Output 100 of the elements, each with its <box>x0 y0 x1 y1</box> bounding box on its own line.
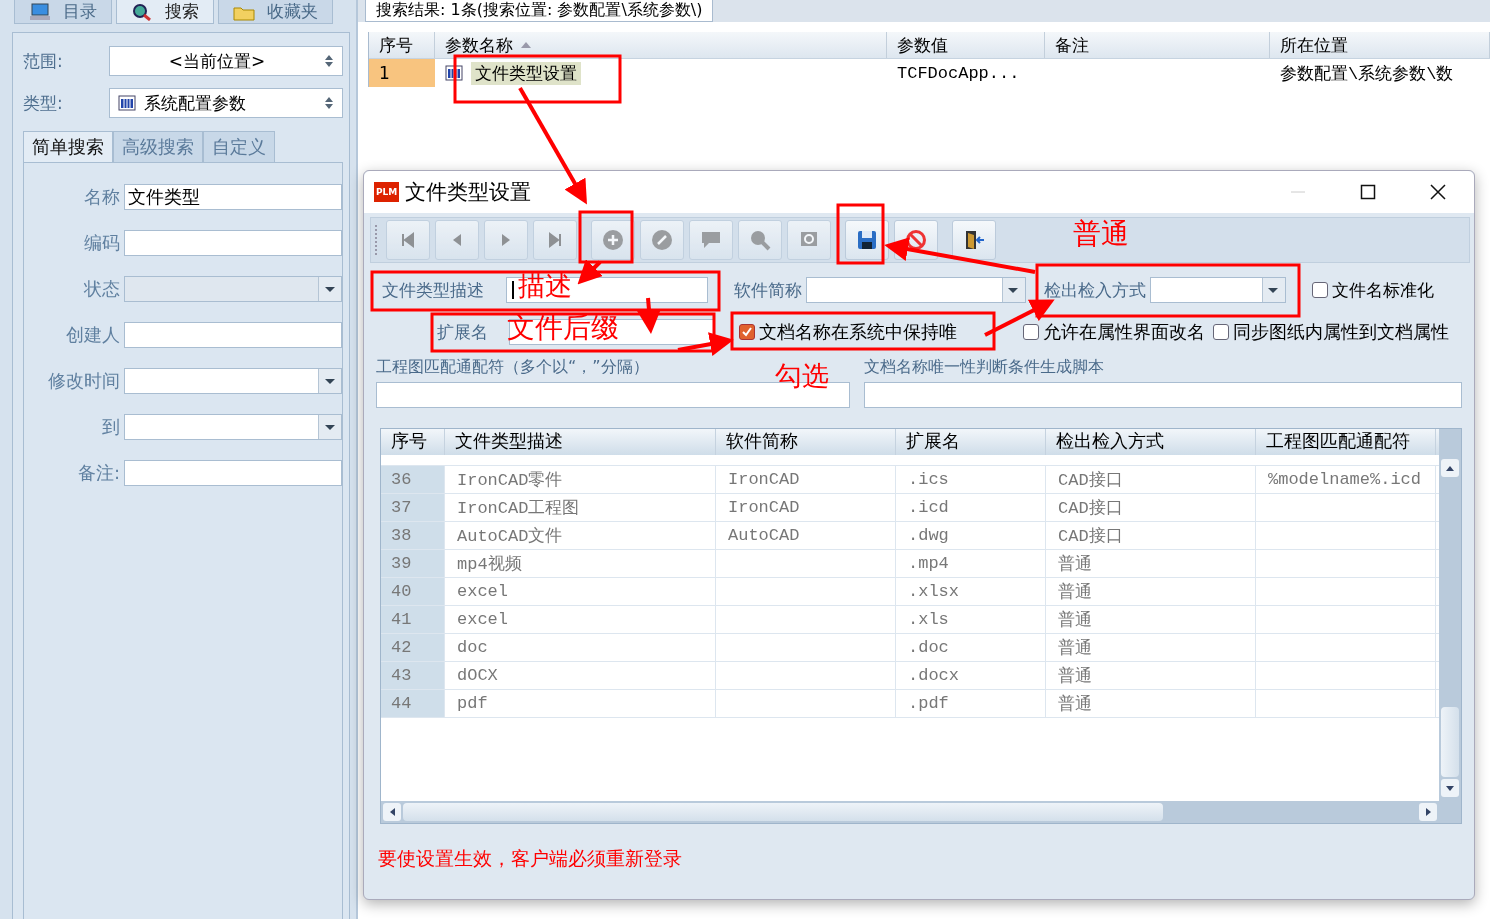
table-cell-text: CAD接口 <box>1058 470 1123 491</box>
table-cell: 44 <box>391 694 412 713</box>
column-header[interactable]: 所在位置 <box>1270 32 1490 58</box>
scroll-up-icon[interactable] <box>1446 465 1454 471</box>
table-cell: 1 <box>379 63 390 83</box>
field-label: 工程图匹配通配符（多个以“，”分隔） <box>376 357 649 378</box>
save-button[interactable] <box>845 220 889 260</box>
scroll-right-icon[interactable] <box>1425 808 1431 816</box>
search-icon <box>748 228 772 252</box>
column-header[interactable]: 扩展名 <box>896 429 1046 455</box>
vertical-scrollbar[interactable] <box>1439 429 1461 823</box>
text-field[interactable] <box>864 382 1462 408</box>
table-cell: TCFDocApp... <box>897 63 1020 83</box>
checkbox-label: 允许在属性界面改名 <box>1043 320 1205 344</box>
checkbox[interactable] <box>1023 324 1039 340</box>
table-cell-text: CAD接口 <box>1058 526 1123 547</box>
column-header[interactable]: 备注 <box>1045 32 1270 58</box>
text-field[interactable] <box>124 322 342 348</box>
table-cell: doc <box>457 638 488 657</box>
field-label: 备注: <box>76 461 121 485</box>
table-cell: 文件类型设置 <box>471 61 581 85</box>
toolbar-button[interactable] <box>952 220 996 260</box>
table-cell: dOCX <box>457 666 498 685</box>
dropdown[interactable] <box>124 368 342 394</box>
panel-tab[interactable]: 收藏夹 <box>218 0 333 24</box>
table-cell-text: 普通 <box>1058 637 1092 659</box>
scope-select[interactable]: <当前位置> <box>109 46 343 76</box>
scroll-thumb[interactable] <box>1441 707 1459 777</box>
check-icon <box>742 327 752 337</box>
column-header[interactable]: 序号 <box>381 429 445 455</box>
annotation-text: 普通 <box>1073 220 1129 248</box>
highlight-box <box>836 203 885 265</box>
field-label: 扩展名 <box>437 320 489 344</box>
table-cell: .ics <box>908 470 949 489</box>
horizontal-scrollbar[interactable] <box>381 801 1439 823</box>
dropdown-arrow-icon <box>1008 287 1018 293</box>
table-cell-text: CAD接口 <box>1058 498 1123 519</box>
field-label: 名称 <box>83 185 121 209</box>
table-cell: 43 <box>391 666 412 685</box>
column-header[interactable]: 文件类型描述 <box>445 429 716 455</box>
table-cell: .xls <box>908 610 949 629</box>
search-tab[interactable]: 简单搜索 <box>23 131 113 162</box>
annotation-arrow <box>637 297 661 334</box>
column-header[interactable]: 软件简称 <box>716 429 896 455</box>
table-cell-text: 普通 <box>1058 553 1092 575</box>
table-cell-text: mp4视频 <box>457 554 522 575</box>
panel-tab[interactable]: 目录 <box>14 0 112 24</box>
checkbox[interactable] <box>1213 324 1229 340</box>
field-label: 到 <box>101 415 121 439</box>
grid-icon <box>118 95 136 111</box>
panel-tab[interactable]: 搜索 <box>116 0 214 24</box>
table-cell: 39 <box>391 554 412 573</box>
table-cell: 40 <box>391 582 412 601</box>
results-tab[interactable]: 搜索结果: 1条(搜索位置: 参数配置\系统参数\) <box>365 0 714 22</box>
table-cell-text: 参数配置\系统参数\数 <box>1280 63 1454 85</box>
table-cell-text: 普通 <box>1058 581 1092 603</box>
annotation-text: 描述 <box>518 272 572 299</box>
warning-message: 要使设置生效，客户端必须重新登录 <box>378 846 683 871</box>
annotation-text: 文件后缀 <box>507 314 619 342</box>
table-cell: .icd <box>908 498 949 517</box>
field-label: 修改时间 <box>47 369 121 393</box>
scroll-down-icon[interactable] <box>1446 785 1454 791</box>
checkbox-label: 文档名称在系统中保持唯 <box>759 320 957 344</box>
annotation-text: 勾选 <box>775 362 829 389</box>
table-cell: excel <box>457 582 508 601</box>
table-cell-text: AutoCAD文件 <box>457 526 563 547</box>
table-cell: 36 <box>391 470 412 489</box>
table-cell: .doc <box>908 638 949 657</box>
type-select[interactable]: 系统配置参数 <box>109 88 343 118</box>
checkbox[interactable] <box>1312 282 1328 298</box>
dropdown-arrow-icon <box>1268 287 1278 293</box>
checkbox-label: 文件名标准化 <box>1332 278 1434 302</box>
dropdown[interactable] <box>806 277 1026 303</box>
table-cell: .docx <box>908 666 959 685</box>
close-icon[interactable] <box>1430 184 1446 200</box>
maximize-icon[interactable] <box>1360 184 1376 200</box>
table-cell: AutoCAD <box>728 526 800 545</box>
search-icon <box>131 2 153 21</box>
column-header[interactable]: 检出检入方式 <box>1046 429 1256 455</box>
annotation-arrow <box>677 332 734 356</box>
highlight-box <box>578 210 634 264</box>
column-header[interactable]: 序号 <box>369 32 435 58</box>
table-cell-text: 普通 <box>1058 693 1092 715</box>
checkbox[interactable] <box>739 324 755 340</box>
table-row[interactable]: 1 文件类型设置 TCFDocApp... 参数配置\系统参数\数 <box>369 59 1490 87</box>
column-header[interactable]: 参数名称 <box>435 32 887 58</box>
scroll-left-icon[interactable] <box>389 808 395 816</box>
dropdown[interactable] <box>124 414 342 440</box>
field-label: 编码 <box>83 231 121 255</box>
column-header[interactable]: 参数值 <box>887 32 1045 58</box>
field-label: 检出检入方式 <box>1044 278 1146 302</box>
text-field[interactable]: 文件类型 <box>124 184 342 210</box>
table-cell: .pdf <box>908 694 949 713</box>
text-field[interactable] <box>124 460 342 486</box>
text-field[interactable] <box>124 230 342 256</box>
column-header[interactable]: 工程图匹配通配符 <box>1256 429 1436 455</box>
cancel-icon <box>904 228 928 252</box>
dropdown[interactable] <box>1150 277 1286 303</box>
add-icon <box>601 228 625 252</box>
table-cell: .xlsx <box>908 582 959 601</box>
